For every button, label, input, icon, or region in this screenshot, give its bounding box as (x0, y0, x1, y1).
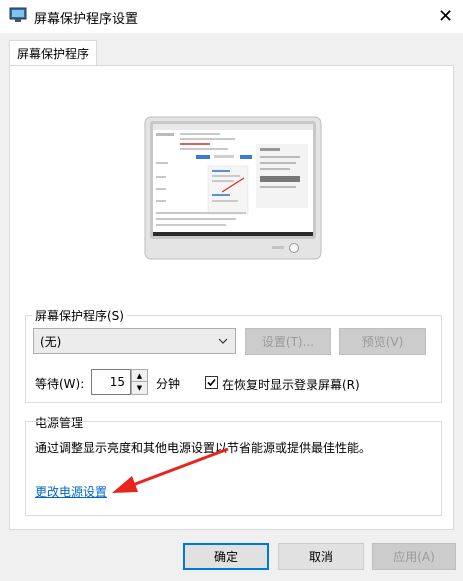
cancel-button-label: 取消 (308, 550, 333, 564)
power-group (25, 421, 442, 516)
apply-button-label: 应用(A) (393, 550, 435, 564)
window-title: 屏幕保护程序设置 (34, 12, 139, 27)
apply-button[interactable]: 应用(A) (372, 543, 456, 570)
tab-screensaver[interactable]: 屏幕保护程序 (9, 40, 97, 66)
spin-down-icon[interactable]: ▼ (132, 382, 147, 394)
settings-button[interactable]: 设置(T)... (245, 328, 331, 355)
checkmark-icon (206, 377, 217, 388)
preview-button-label: 预览(V) (361, 335, 404, 349)
close-icon: ✕ (437, 6, 454, 27)
resume-login-checkbox[interactable] (205, 376, 218, 389)
ok-button[interactable]: 确定 (183, 543, 269, 570)
power-description: 通过调整显示亮度和其他电源设置以节省能源或提供最佳性能。 (35, 441, 372, 455)
resume-login-label[interactable]: 在恢复时显示登录屏幕(R) (222, 376, 360, 393)
cancel-button[interactable]: 取消 (278, 543, 364, 570)
wait-minutes-input[interactable]: 15 (91, 369, 131, 395)
spin-up-icon[interactable]: ▲ (132, 370, 147, 382)
ok-button-label: 确定 (213, 550, 238, 564)
title-bar: 屏幕保护程序设置 ✕ (0, 0, 463, 33)
monitor-preview (144, 114, 322, 262)
preview-button[interactable]: 预览(V) (339, 328, 426, 355)
screensaver-selected-value: (无) (40, 334, 62, 349)
display-settings-icon (9, 7, 27, 23)
screensaver-group-label: 屏幕保护程序(S) (32, 307, 127, 324)
close-button[interactable]: ✕ (428, 0, 463, 33)
wait-label: 等待(W): (35, 377, 85, 391)
wait-unit-label: 分钟 (156, 377, 181, 391)
chevron-down-icon (216, 333, 230, 349)
screensaver-select[interactable]: (无) (33, 328, 236, 354)
tab-label: 屏幕保护程序 (16, 47, 89, 61)
wait-spinner[interactable]: ▲ ▼ (131, 369, 148, 395)
settings-button-label: 设置(T)... (261, 335, 315, 349)
wait-minutes-value: 15 (109, 375, 125, 389)
change-power-settings-link[interactable]: 更改电源设置 (35, 483, 107, 500)
